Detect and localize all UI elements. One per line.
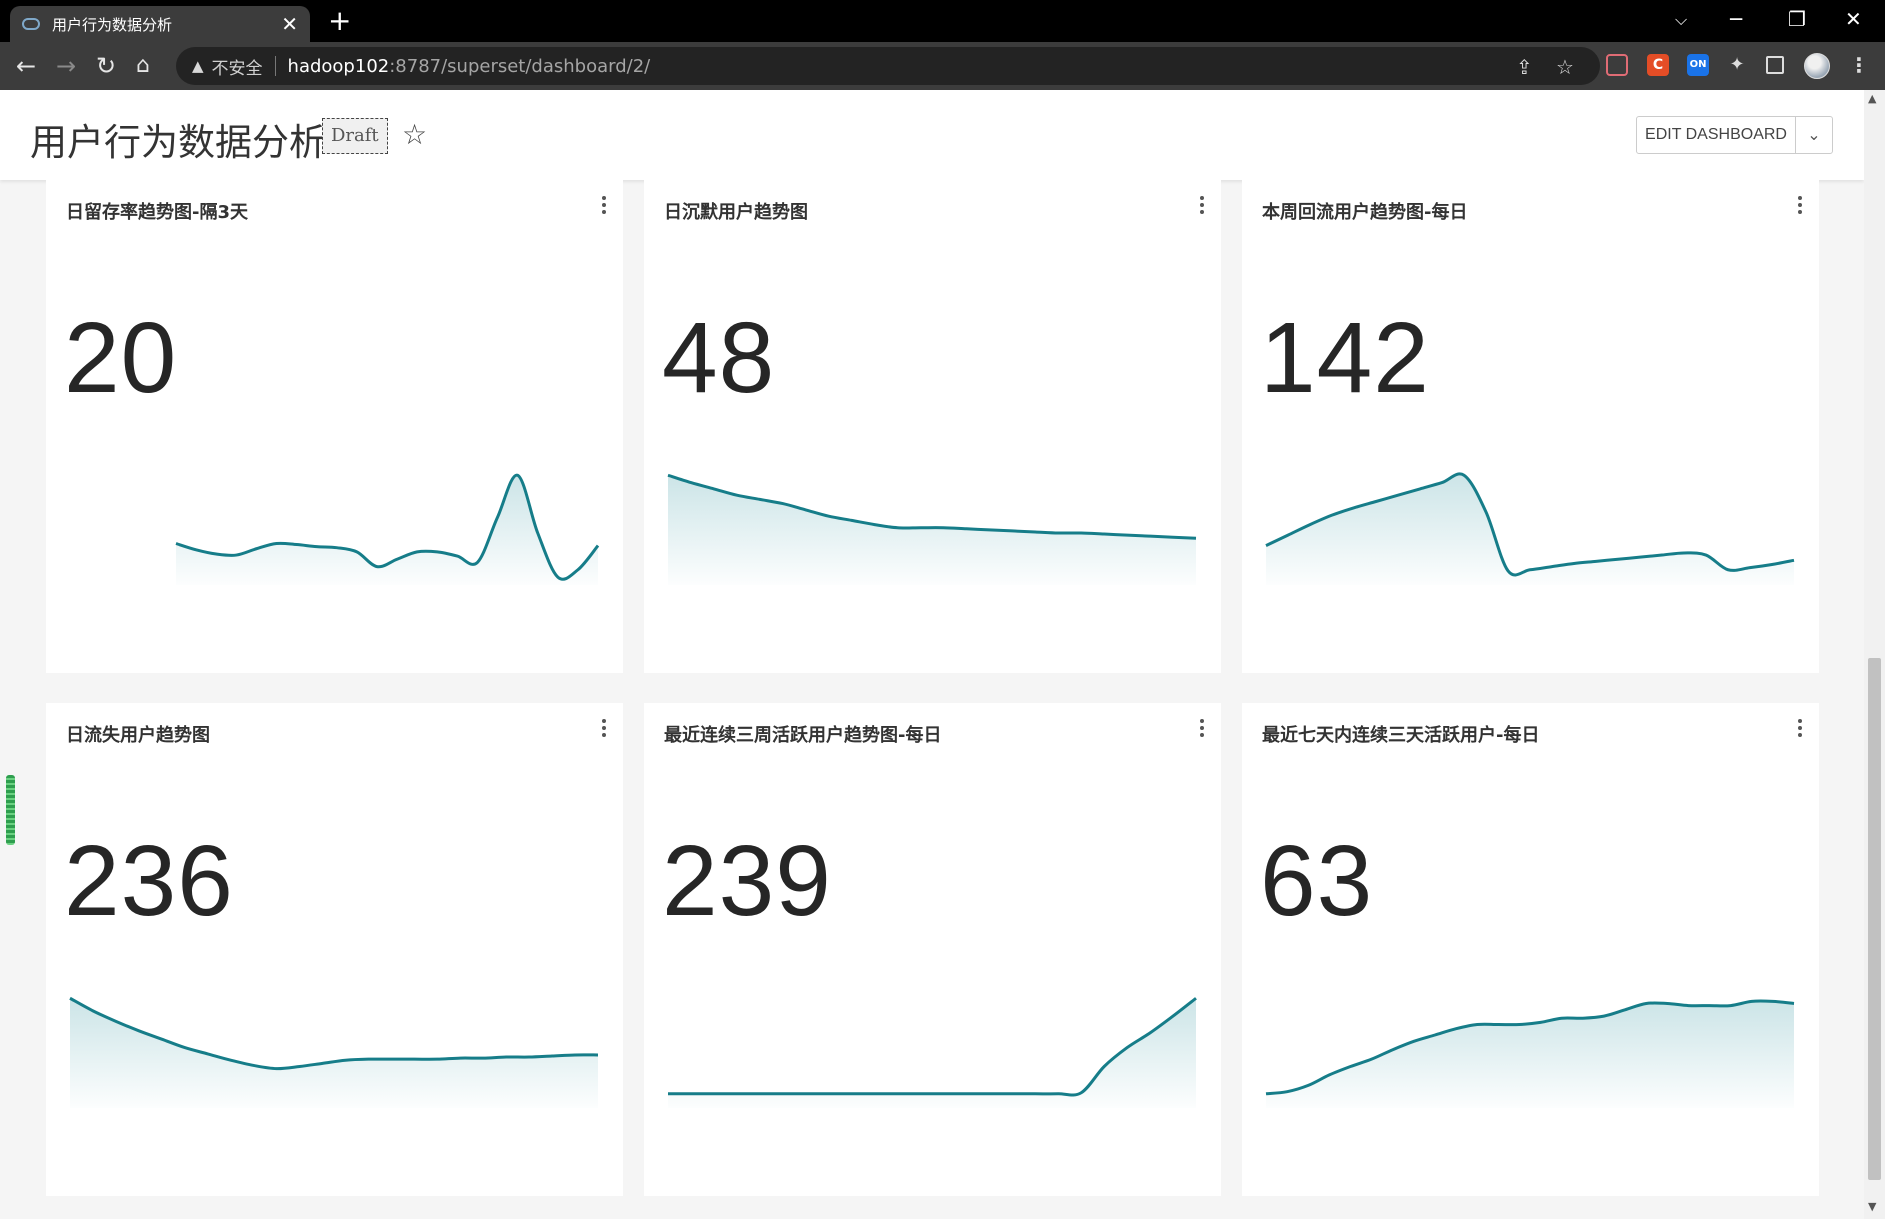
on-extension-icon[interactable]: ON <box>1687 54 1709 76</box>
draft-badge: Draft <box>322 118 388 154</box>
scroll-thumb[interactable] <box>1868 658 1881 1180</box>
browser-tab[interactable]: 用户行为数据分析 ✕ <box>10 6 310 42</box>
insecure-label[interactable]: 不安全 <box>212 54 263 79</box>
side-panel-icon[interactable] <box>1766 56 1784 74</box>
scroll-down-icon[interactable]: ▼ <box>1868 1200 1876 1213</box>
tab-title: 用户行为数据分析 <box>52 15 173 34</box>
url-separator <box>274 56 276 76</box>
c-extension-icon[interactable]: C <box>1647 54 1669 76</box>
chart-card: 日留存率趋势图-隔3天 20 <box>46 180 623 673</box>
warning-icon: ▲ <box>192 57 204 75</box>
sparkline-chart <box>1265 472 1795 585</box>
chart-card: 日流失用户趋势图 236 <box>46 703 623 1196</box>
cat-extension-icon[interactable] <box>1606 54 1628 76</box>
forward-icon[interactable]: → <box>56 52 76 80</box>
window-close-icon[interactable]: ✕ <box>1845 7 1862 31</box>
sparkline-area <box>668 998 1196 1108</box>
minimize-icon[interactable]: ─ <box>1730 7 1742 31</box>
chevron-down-icon[interactable]: ⌄ <box>1795 116 1833 154</box>
reload-icon[interactable]: ↻ <box>96 52 116 80</box>
chart-card: 最近七天内连续三天活跃用户-每日 63 <box>1242 703 1819 1196</box>
sparkline-chart <box>1265 999 1795 1108</box>
sparkline-chart <box>668 997 1197 1108</box>
tab-search-icon[interactable]: ⌵ <box>1675 10 1687 30</box>
favorite-star-icon[interactable]: ☆ <box>402 118 427 151</box>
scroll-up-icon[interactable]: ▲ <box>1868 92 1876 105</box>
restore-icon[interactable]: ❐ <box>1788 7 1806 31</box>
sparkline-area <box>176 475 598 585</box>
url-input[interactable]: ▲ 不安全 hadoop102 :8787/superset/dashboard… <box>176 47 1600 85</box>
edit-dashboard-button[interactable]: EDIT DASHBOARD <box>1636 116 1796 154</box>
bookmark-star-icon[interactable]: ☆ <box>1556 55 1574 79</box>
page-scrollbar[interactable]: ▲ ▼ <box>1864 90 1885 1219</box>
sparkline-chart <box>175 473 600 585</box>
extensions-puzzle-icon[interactable]: ✦ <box>1726 54 1748 76</box>
chart-card: 日沉默用户趋势图 48 <box>644 180 1221 673</box>
sparkline-chart <box>69 996 599 1108</box>
back-icon[interactable]: ← <box>16 52 36 80</box>
browser-menu-icon[interactable]: ⋮ <box>1848 54 1870 76</box>
sparkline-chart <box>667 473 1197 585</box>
dashboard-header: 用户行为数据分析 Draft ☆ EDIT DASHBOARD ⌄ <box>0 90 1864 180</box>
url-path: :8787/superset/dashboard/2/ <box>389 55 651 77</box>
sparkline-area <box>668 475 1196 585</box>
browser-tab-bar: 用户行为数据分析 ✕ + ⌵ ─ ❐ ✕ <box>0 0 1885 42</box>
sparkline-area <box>1266 1000 1794 1108</box>
superset-favicon-icon <box>22 18 40 30</box>
url-host: hadoop102 <box>287 55 390 77</box>
address-bar: ← → ↻ ⌂ ▲ 不安全 hadoop102 :8787/superset/d… <box>0 42 1885 90</box>
dashboard-title[interactable]: 用户行为数据分析 <box>30 112 326 166</box>
scroll-grip-icon[interactable] <box>6 775 15 845</box>
share-icon[interactable]: ⇪ <box>1516 55 1533 79</box>
new-tab-button[interactable]: + <box>328 7 351 35</box>
chart-card: 本周回流用户趋势图-每日 142 <box>1242 180 1819 673</box>
chart-card: 最近连续三周活跃用户趋势图-每日 239 <box>644 703 1221 1196</box>
profile-avatar[interactable] <box>1804 53 1830 79</box>
home-icon[interactable]: ⌂ <box>136 52 150 80</box>
tab-close-icon[interactable]: ✕ <box>281 14 298 34</box>
sparkline-area <box>70 998 598 1108</box>
